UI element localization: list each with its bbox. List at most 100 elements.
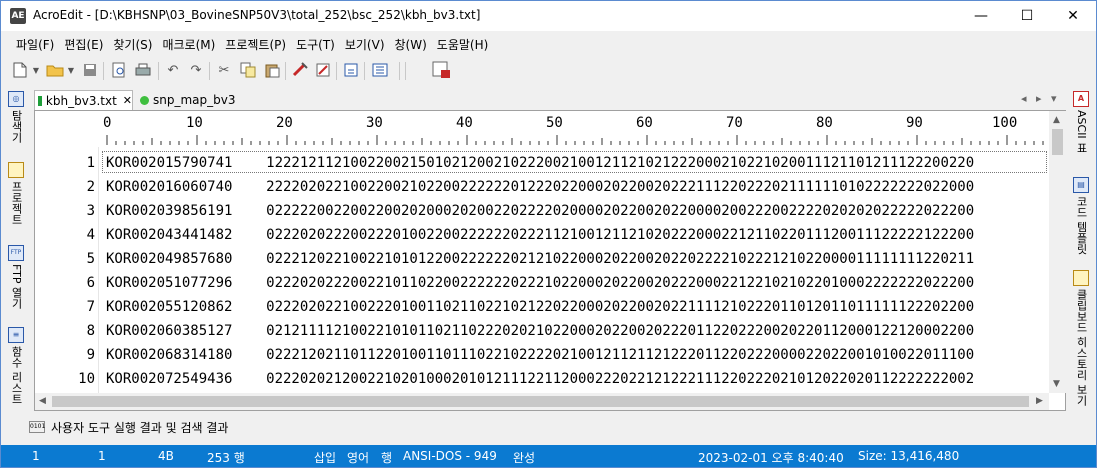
output-panel-tab[interactable]: 0101 사용자 도구 실행 결과 및 검색 결과 [29, 415, 1069, 439]
line-text[interactable]: KOR002051077296 022202022200221011022002… [106, 271, 974, 295]
ascii-tab[interactable]: A ASCII 표 [1070, 91, 1092, 153]
toolbar-separator [209, 62, 210, 80]
undo-icon[interactable]: ↶ [164, 61, 182, 79]
function-list-tab[interactable]: ≡ 함수 리스트 [5, 327, 27, 405]
tab-snp-map-bv3[interactable]: snp_map_bv3 [137, 90, 247, 110]
explorer-icon: ◎ [8, 91, 24, 107]
print-icon[interactable] [134, 61, 152, 79]
line-text[interactable]: KOR002055120862 022202022100222010011021… [106, 295, 974, 319]
tab-prev-icon[interactable]: ◂ [1021, 92, 1027, 105]
clipboard-history-tab[interactable]: 클립보드 히스토리 보기 [1070, 270, 1092, 406]
line-number: 10 [78, 371, 95, 387]
line-text[interactable]: KOR002049857680 022212022100221010122002… [106, 247, 974, 271]
clipboard-icon [1073, 270, 1089, 286]
ruler-label: 100 [992, 115, 1018, 131]
open-dropdown-icon[interactable]: ▼ [66, 61, 76, 79]
text-editor[interactable]: 0 10 20 30 40 50 60 70 80 90 100 1 KOR002… [34, 110, 1066, 411]
line-text[interactable]: KOR002060385127 021211112100221010110211… [106, 319, 974, 343]
code-template-icon: ▤ [1073, 177, 1089, 193]
menu-macro[interactable]: 매크로(M) [157, 36, 220, 53]
text-line[interactable]: 3 KOR002039856191 02222200220022002020002… [35, 199, 1049, 223]
window-title: AcroEdit - [D:\KBHSNP\03_BovineSNP50V3\t… [33, 8, 481, 22]
horizontal-scrollbar[interactable]: ◀ ▶ [35, 393, 1049, 410]
status-encoding[interactable]: ANSI-DOS - 949 [403, 449, 497, 463]
line-text[interactable]: KOR002039856191 022222002200220020200020… [106, 199, 974, 223]
text-line[interactable]: 7 KOR002055120862 02220202210022201001102… [35, 295, 1049, 319]
status-column: 1 [98, 449, 106, 463]
ascii-tab-label: ASCII 표 [1075, 110, 1088, 154]
hex-view-icon[interactable] [432, 61, 450, 79]
project-tab[interactable]: 프로젝트 [5, 162, 27, 225]
text-line[interactable]: 6 KOR002051077296 02220202220022101102200… [35, 271, 1049, 295]
explorer-tab-label: 탐색기 [10, 110, 23, 143]
tab-list-icon[interactable]: ▾ [1051, 92, 1057, 105]
close-tab-icon[interactable]: ✕ [123, 94, 132, 107]
ftp-tab-label: FTP 열기 [10, 264, 23, 309]
line-number: 3 [86, 203, 95, 219]
line-text[interactable]: KOR002072549436 022202021200221020100020… [106, 367, 974, 391]
copy-icon[interactable] [239, 61, 257, 79]
menu-project[interactable]: 프로젝트(P) [220, 36, 291, 53]
text-line[interactable]: 1 KOR002015790741 12221211210022002150102… [35, 151, 1049, 175]
tab-label: snp_map_bv3 [153, 93, 236, 107]
line-text[interactable]: KOR002015790741 122212112100220021501021… [106, 151, 974, 175]
menu-edit[interactable]: 편집(E) [59, 36, 108, 53]
open-folder-icon[interactable] [46, 61, 64, 79]
line-text[interactable]: KOR002043441482 022202022200222010022002… [106, 223, 974, 247]
menu-file[interactable]: 파일(F) [11, 36, 59, 53]
text-line[interactable]: 8 KOR002060385127 02121111210022101011021… [35, 319, 1049, 343]
explorer-tab[interactable]: ◎ 탐색기 [5, 91, 27, 143]
close-button[interactable]: ✕ [1050, 1, 1096, 31]
column-mode-icon[interactable] [371, 61, 389, 79]
new-file-icon[interactable] [11, 61, 29, 79]
scroll-right-icon[interactable]: ▶ [1036, 396, 1043, 406]
status-insert-mode[interactable]: 삽입 [314, 449, 336, 466]
maximize-button[interactable]: ☐ [1004, 1, 1050, 31]
app-icon: AE [10, 8, 26, 24]
status-line: 1 [32, 449, 40, 463]
minimize-button[interactable]: — [958, 1, 1004, 31]
line-text[interactable]: KOR002068314180 022212021101122010011011… [106, 343, 974, 367]
title-bar[interactable]: AE AcroEdit - [D:\KBHSNP\03_BovineSNP50V… [1, 1, 1096, 31]
menu-window[interactable]: 창(W) [390, 36, 432, 53]
tab-kbh-bv3[interactable]: kbh_bv3.txt ✕ [34, 90, 133, 110]
text-line[interactable]: 4 KOR002043441482 02220202220022201002200… [35, 223, 1049, 247]
print-preview-icon[interactable] [110, 61, 128, 79]
bookmark-icon[interactable] [291, 61, 309, 79]
text-line[interactable]: 5 KOR002049857680 02221202210022101012200… [35, 247, 1049, 271]
scroll-down-icon[interactable]: ▼ [1053, 379, 1060, 389]
save-icon[interactable] [81, 61, 99, 79]
text-line[interactable]: 9 KOR002068314180 02221202110112201001101… [35, 343, 1049, 367]
cut-icon[interactable]: ✂ [215, 61, 233, 79]
paste-icon[interactable] [263, 61, 281, 79]
vertical-scrollbar[interactable]: ▲ ▼ [1049, 111, 1066, 393]
menu-view[interactable]: 보기(V) [340, 36, 390, 53]
vertical-scroll-thumb[interactable] [1052, 129, 1063, 155]
menu-tools[interactable]: 도구(T) [291, 36, 340, 53]
menu-find[interactable]: 찾기(S) [108, 36, 157, 53]
code-template-tab[interactable]: ▤ 코드 템플릿 [1070, 177, 1092, 255]
status-input-language: 영어 [347, 451, 370, 465]
text-line[interactable]: 2 KOR002016060740 22220202210022002102200… [35, 175, 1049, 199]
status-state: 완성 [513, 451, 536, 465]
line-number: 4 [86, 227, 95, 243]
menu-help[interactable]: 도움말(H) [432, 36, 494, 53]
line-text[interactable]: KOR002016060740 222202022100220021022002… [106, 175, 974, 199]
horizontal-scroll-thumb[interactable] [52, 396, 1029, 407]
status-bar: 1 1 4B 253 행 삽입 영어 행 ANSI-DOS - 949 완성 2… [1, 445, 1096, 467]
status-line-unit[interactable]: 행 [381, 449, 392, 466]
text-line[interactable]: 10 KOR002072549436 0222020212002210201000… [35, 367, 1049, 391]
scroll-up-icon[interactable]: ▲ [1053, 115, 1060, 125]
line-number: 6 [86, 275, 95, 291]
text-lines[interactable]: 1 KOR002015790741 12221211210022002150102… [35, 151, 1049, 391]
status-bytes: 4B [158, 449, 174, 463]
ftp-tab[interactable]: FTP FTP 열기 [5, 245, 27, 309]
new-dropdown-icon[interactable]: ▼ [31, 61, 41, 79]
properties-icon[interactable] [342, 61, 360, 79]
ruler-label: 40 [456, 115, 473, 131]
bookmark-next-icon[interactable] [314, 61, 332, 79]
scroll-left-icon[interactable]: ◀ [39, 396, 46, 406]
tab-next-icon[interactable]: ▸ [1036, 92, 1042, 105]
redo-icon[interactable]: ↷ [187, 61, 205, 79]
app-window: AE AcroEdit - [D:\KBHSNP\03_BovineSNP50V… [0, 0, 1097, 468]
